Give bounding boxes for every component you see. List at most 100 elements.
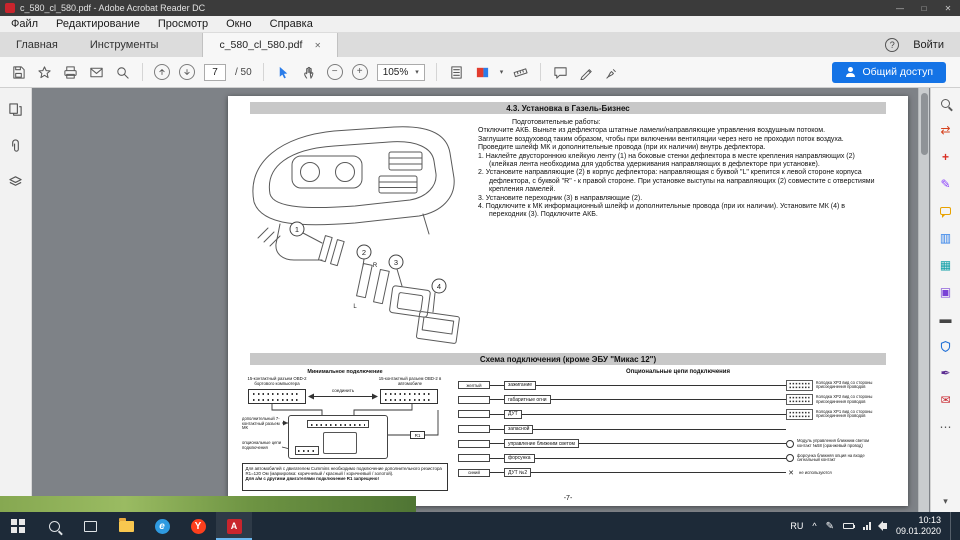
vertical-scrollbar[interactable] (918, 88, 929, 512)
comment-icon[interactable] (936, 203, 956, 219)
compress-pdf-icon[interactable]: ▣ (936, 284, 956, 300)
comment-tool-icon[interactable] (552, 64, 569, 81)
send-signature-icon[interactable]: ✉ (936, 392, 956, 408)
wire-color-box (458, 395, 490, 404)
combine-files-icon[interactable]: ▥ (936, 230, 956, 246)
redact-icon[interactable]: ▬ (936, 311, 956, 327)
network-icon[interactable] (862, 522, 871, 530)
zoom-in-icon[interactable]: + (351, 64, 368, 80)
volume-icon[interactable] (877, 521, 887, 531)
circuit-row: запасной (458, 422, 898, 437)
share-button[interactable]: Общий доступ (832, 61, 946, 83)
zoom-level-select[interactable]: 105% ▾ (376, 63, 425, 81)
zoom-value: 105% (382, 66, 409, 78)
measure-tool-icon[interactable] (512, 64, 529, 81)
protect-icon[interactable] (936, 338, 956, 354)
search-tools-icon[interactable] (936, 95, 956, 111)
rail-scroll-down-icon[interactable]: ▾ (943, 496, 948, 507)
menu-view[interactable]: Просмотр (149, 18, 217, 30)
menu-window[interactable]: Окно (217, 18, 261, 30)
menu-file[interactable]: Файл (2, 18, 47, 30)
toolbar-separator (142, 63, 143, 81)
print-icon[interactable] (62, 64, 79, 81)
menu-edit[interactable]: Редактирование (47, 18, 149, 30)
taskbar-clock[interactable]: 10:13 09.01.2020 (896, 515, 941, 538)
edit-pdf-icon[interactable]: ✎ (936, 176, 956, 192)
prep-title: Подготовительные работы: (512, 119, 601, 126)
show-desktop-button[interactable] (950, 512, 954, 540)
maximize-button-icon[interactable]: □ (912, 0, 936, 16)
yandex-icon: Y (190, 518, 206, 534)
share-person-icon (845, 67, 855, 77)
display-mode-icon[interactable] (474, 64, 491, 81)
menu-help[interactable]: Справка (261, 18, 322, 30)
file-explorer-button[interactable] (108, 512, 144, 540)
layers-icon[interactable] (8, 174, 23, 194)
connector-annotation: не используются (799, 469, 832, 475)
install-step: 4. Подключите к МК информационный шлейф … (478, 202, 845, 219)
circuit-row: ДУТ Колодка XP1 вид со стороны присоедин… (458, 407, 898, 422)
star-icon[interactable] (36, 64, 53, 81)
next-page-icon[interactable] (179, 64, 195, 80)
optional-circuits-diagram: Опциональные цепи подключения желтый заж… (458, 369, 898, 493)
tools-rail: ⇄ + ✎ ▥ ▦ ▣ ▬ ✒ ✉ ⋯ ▾ (930, 88, 960, 512)
page-view-icon[interactable] (448, 64, 465, 81)
cummins-note-text: Для автомобилей с двигателем Cummins нео… (245, 465, 442, 476)
circuit-row: управление ближним светом Модуль управле… (458, 436, 898, 451)
hand-tool-icon[interactable] (301, 64, 318, 81)
close-button-icon[interactable]: ✕ (936, 0, 960, 16)
more-tools-icon[interactable]: ⋯ (936, 419, 956, 435)
search-icon[interactable] (114, 64, 131, 81)
share-button-label: Общий доступ (862, 66, 933, 78)
menu-bar: Файл Редактирование Просмотр Окно Справк… (0, 16, 960, 33)
email-icon[interactable] (88, 64, 105, 81)
prep-paragraph: Проведите шлейф МК и дополнительные пров… (478, 144, 766, 152)
tab-home[interactable]: Главная (0, 33, 74, 57)
battery-icon[interactable] (842, 523, 856, 529)
pdf-page: 4.3. Установка в Газель-Бизнес 1 2 3 4 R… (228, 96, 908, 506)
chevron-down-icon[interactable]: ▾ (500, 68, 504, 76)
start-button[interactable] (0, 512, 36, 540)
zoom-out-icon[interactable]: − (326, 64, 343, 80)
fill-sign-icon[interactable]: ✒ (936, 365, 956, 381)
yandex-browser-button[interactable]: Y (180, 512, 216, 540)
sign-tool-icon[interactable] (604, 64, 621, 81)
connector-annotation: Колодка XP2 вид со стороны присоединения… (816, 394, 873, 404)
windows-ink-icon[interactable]: ✎ (826, 521, 834, 532)
cummins-note-warning: Для а/м с другими двигателями подключени… (245, 475, 379, 481)
tab-close-icon[interactable]: ✕ (314, 41, 321, 50)
save-icon[interactable] (10, 64, 27, 81)
sign-in-button[interactable]: Войти (913, 39, 944, 51)
circuit-label: ДУТ (504, 409, 522, 419)
contact-symbol (786, 454, 794, 463)
chevron-down-icon: ▾ (415, 69, 419, 76)
prep-paragraph: Отключите АКБ. Выньте из дефлектора штат… (478, 127, 826, 135)
windows-logo-icon (11, 519, 25, 533)
scrollbar-thumb[interactable] (920, 93, 928, 155)
page-number-input[interactable] (204, 63, 226, 81)
minimize-button-icon[interactable]: — (888, 0, 912, 16)
task-view-icon (83, 520, 97, 532)
acrobat-reader-button[interactable]: A (216, 512, 252, 540)
tab-tools[interactable]: Инструменты (74, 33, 175, 57)
select-tool-icon[interactable] (275, 64, 292, 81)
create-pdf-icon[interactable]: + (936, 149, 956, 165)
section-header: 4.3. Установка в Газель-Бизнес (250, 102, 886, 114)
export-pdf-icon[interactable]: ⇄ (936, 122, 956, 138)
highlight-tool-icon[interactable] (578, 64, 595, 81)
callout-2: 2 (362, 248, 366, 257)
task-view-button[interactable] (72, 512, 108, 540)
previous-page-icon[interactable] (154, 64, 170, 80)
search-icon (48, 520, 60, 532)
connection-schema: Минимальное подключение 15-контактный ра… (242, 369, 898, 493)
circuit-label: управление ближним светом (504, 439, 579, 449)
taskbar-search-button[interactable] (36, 512, 72, 540)
attachments-icon[interactable] (8, 138, 23, 158)
edge-browser-button[interactable]: e (144, 512, 180, 540)
organize-pages-icon[interactable]: ▦ (936, 257, 956, 273)
language-indicator[interactable]: RU (790, 521, 803, 531)
tab-document[interactable]: c_580_cl_580.pdf ✕ (202, 33, 339, 57)
help-icon[interactable]: ? (885, 38, 900, 52)
page-thumbnails-icon[interactable] (8, 102, 23, 122)
tray-chevron-up-icon[interactable]: ^ (812, 521, 816, 531)
